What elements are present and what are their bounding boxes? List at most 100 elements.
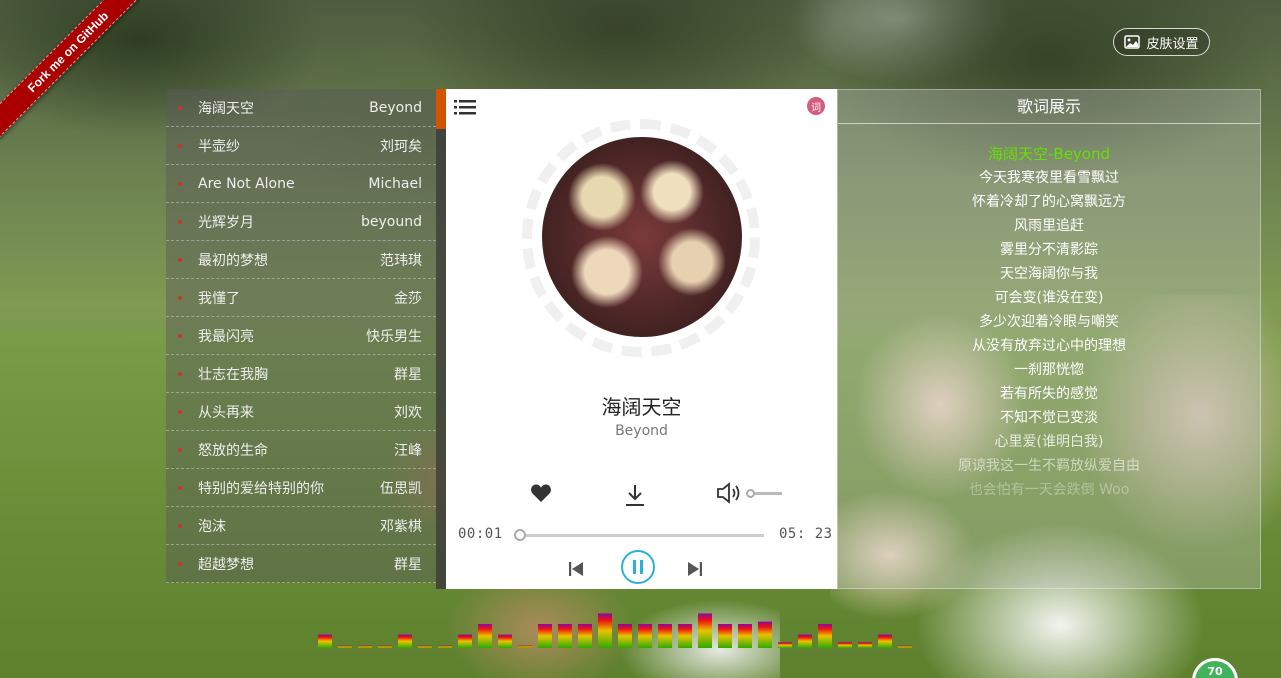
visualizer-bar	[458, 634, 472, 648]
playlist-item[interactable]: 我懂了 金莎	[166, 279, 436, 317]
album-cover	[542, 137, 742, 337]
lyric-line: 多少次迎着冷眼与嘲笑	[979, 314, 1119, 330]
lyric-line: 不知不觉已变淡	[1000, 410, 1098, 426]
visualizer-bar	[338, 645, 352, 648]
playlist-item-artist: 金莎	[394, 290, 422, 307]
playlist-item-title: 最初的梦想	[198, 252, 268, 269]
playlist-item-title: 光辉岁月	[198, 214, 254, 231]
playlist-item-title: 海阔天空	[198, 100, 254, 117]
playlist-item[interactable]: 从头再来 刘欢	[166, 393, 436, 431]
playlist-item[interactable]: Are Not Alone Michael	[166, 165, 436, 203]
lyrics-title: 歌词展示	[838, 90, 1260, 124]
playlist-active-indicator	[436, 89, 446, 129]
github-ribbon[interactable]: Fork me on GitHub	[0, 0, 140, 140]
bullet-icon	[178, 333, 182, 338]
github-ribbon-label[interactable]: Fork me on GitHub	[0, 0, 140, 140]
visualizer-bar	[498, 634, 512, 648]
playlist-item-title: 怒放的生命	[198, 442, 268, 459]
lyric-line: 风雨里追赶	[1014, 218, 1084, 234]
lyrics-body[interactable]: 海阔天空-Beyond 今天我寒夜里看雪飘过 怀着冷却了的心窝飘远方 风雨里追赶 雾里分…	[838, 124, 1260, 514]
playlist-item-artist: 群星	[394, 556, 422, 573]
visualizer-bar	[818, 624, 832, 648]
visualizer-bar	[778, 642, 792, 648]
playlist-item-artist: Beyond	[369, 99, 422, 116]
visualizer-bar	[698, 613, 712, 648]
visualizer-bar	[758, 621, 772, 648]
bullet-icon	[178, 485, 182, 490]
playlist-item-artist: 伍思凯	[380, 480, 422, 497]
song-title: 海阔天空	[601, 395, 682, 419]
playlist-item[interactable]: 特别的爱给特别的你 伍思凯	[166, 469, 436, 507]
current-time: 00:01	[458, 526, 503, 542]
lyric-line: 一刹那恍惚	[1014, 362, 1084, 378]
bullet-icon	[178, 257, 182, 262]
bullet-icon	[178, 523, 182, 528]
playlist-item[interactable]: 怒放的生命 汪峰	[166, 431, 436, 469]
playlist-scrollbar[interactable]	[436, 129, 446, 589]
playlist-item[interactable]: 我最闪亮 快乐男生	[166, 317, 436, 355]
playlist-item-artist: 刘欢	[394, 404, 422, 421]
visualizer-bar	[598, 613, 612, 648]
bullet-icon	[178, 143, 182, 148]
playlist-item[interactable]: 泡沫 邓紫棋	[166, 507, 436, 545]
bullet-icon	[178, 105, 182, 110]
lyric-line: 若有所失的感觉	[1000, 386, 1098, 402]
visualizer-bar	[898, 645, 912, 648]
visualizer-bar	[638, 624, 652, 648]
playlist-item[interactable]: 最初的梦想 范玮琪	[166, 241, 436, 279]
visualizer-bar	[578, 624, 592, 648]
lyrics-toggle-button[interactable]: 词	[807, 97, 825, 115]
playlist-item-title: 我最闪亮	[198, 328, 254, 345]
lyric-line: 怀着冷却了的心窝飘远方	[972, 194, 1126, 210]
progress-knob[interactable]	[514, 529, 526, 541]
playlist-item-title: 特别的爱给特别的你	[198, 480, 324, 497]
lyric-line: 雾里分不清影踪	[1000, 242, 1098, 258]
audio-visualizer	[318, 613, 912, 648]
playlist-item-artist: 快乐男生	[366, 328, 422, 345]
progress-bar[interactable]	[518, 534, 764, 537]
playlist-item[interactable]: 海阔天空 Beyond	[166, 89, 436, 127]
menu-icon[interactable]	[454, 99, 476, 115]
playlist-item-title: Are Not Alone	[198, 175, 295, 192]
playlist-item[interactable]: 光辉岁月 beyound	[166, 203, 436, 241]
playlist-item[interactable]: 壮志在我胸 群星	[166, 355, 436, 393]
playlist-item[interactable]: 超越梦想 群星	[166, 545, 436, 583]
visualizer-bar	[398, 634, 412, 648]
playlist-item-artist: 范玮琪	[380, 252, 422, 269]
pause-icon[interactable]	[620, 549, 656, 585]
song-artist: Beyond	[615, 423, 668, 439]
bullet-icon	[178, 295, 182, 300]
visualizer-bar	[418, 645, 432, 648]
volume-slider-knob[interactable]	[746, 489, 755, 498]
playlist-item-artist: Michael	[368, 175, 422, 192]
lyrics-panel: 歌词展示 海阔天空-Beyond 今天我寒夜里看雪飘过 怀着冷却了的心窝飘远方 风雨里…	[837, 89, 1261, 589]
skin-settings-button[interactable]: 皮肤设置	[1113, 28, 1210, 56]
download-icon[interactable]	[624, 483, 646, 507]
volume-icon[interactable]	[716, 482, 742, 504]
playlist-item[interactable]: 半壶纱 刘珂矣	[166, 127, 436, 165]
visualizer-bar	[478, 624, 492, 648]
playlist-item-title: 半壶纱	[198, 138, 240, 155]
previous-icon[interactable]	[568, 561, 584, 577]
playlist-item-title: 泡沫	[198, 518, 226, 535]
playlist-item-artist: 群星	[394, 366, 422, 383]
playlist-item-title: 从头再来	[198, 404, 254, 421]
heart-icon[interactable]	[530, 483, 552, 503]
playlist: 海阔天空 Beyond 半壶纱 刘珂矣 Are Not Alone Michael 光辉岁月…	[166, 89, 436, 583]
visualizer-bar	[798, 634, 812, 648]
visualizer-bar	[878, 634, 892, 648]
total-time: 05: 23	[779, 526, 833, 542]
lyric-line-active: 海阔天空-Beyond	[987, 145, 1110, 163]
visualizer-bar	[838, 642, 852, 648]
music-player: 词 海阔天空 Beyond 00:01 05: 23	[446, 89, 837, 589]
visualizer-bar	[358, 645, 372, 648]
skin-settings-label: 皮肤设置	[1146, 36, 1199, 52]
next-icon[interactable]	[687, 561, 703, 577]
playlist-item-title: 超越梦想	[198, 556, 254, 573]
visualizer-bar	[558, 624, 572, 648]
playlist-item-artist: 汪峰	[394, 442, 422, 459]
lyric-line: 心里爱(谁明白我)	[994, 434, 1104, 450]
visualizer-bar	[538, 624, 552, 648]
visualizer-bar	[718, 624, 732, 648]
visualizer-bar	[678, 624, 692, 648]
